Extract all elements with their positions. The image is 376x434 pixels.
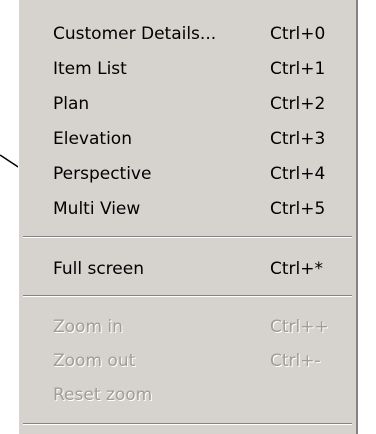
menu-item-label: Perspective [53,164,152,184]
screenshot-stage: Customer Details... Ctrl+0 Item List Ctr… [0,0,376,434]
view-menu: Customer Details... Ctrl+0 Item List Ctr… [18,0,358,434]
menu-item-shortcut: Ctrl+2 [270,94,326,114]
menu-item-multi-view[interactable]: Multi View Ctrl+5 [19,191,356,227]
menu-item-label: Customer Details... [53,24,217,44]
menu-item-label: Zoom in [53,317,123,337]
menu-item-label: Item List [53,59,127,79]
menu-item-label: Full screen [53,259,144,279]
menu-item-perspective[interactable]: Perspective Ctrl+4 [19,156,356,192]
menu-separator [23,423,352,425]
menu-item-shortcut: Ctrl+- [270,351,321,371]
menu-item-shortcut: Ctrl+1 [270,59,326,79]
menu-item-shortcut: Ctrl+4 [270,164,326,184]
menu-item-shortcut: Ctrl+5 [270,199,326,219]
menu-item-item-list[interactable]: Item List Ctrl+1 [19,51,356,87]
menu-separator [23,295,352,297]
menu-separator [23,236,352,238]
menu-item-zoom-in: Zoom in Ctrl++ [19,309,356,345]
menu-item-zoom-out: Zoom out Ctrl+- [19,343,356,379]
menu-item-shortcut: Ctrl+3 [270,129,326,149]
menu-item-reset-zoom: Reset zoom [19,377,356,413]
menu-item-customer-details[interactable]: Customer Details... Ctrl+0 [19,16,356,52]
menu-item-elevation[interactable]: Elevation Ctrl+3 [19,121,356,157]
menu-item-label: Plan [53,94,90,114]
menu-item-label: Elevation [53,129,132,149]
menu-item-shortcut: Ctrl+0 [270,24,326,44]
menu-item-label: Reset zoom [53,385,153,405]
menu-item-plan[interactable]: Plan Ctrl+2 [19,86,356,122]
menu-item-full-screen[interactable]: Full screen Ctrl+* [19,251,356,287]
menu-item-label: Multi View [53,199,141,219]
menu-item-shortcut: Ctrl+* [270,259,323,279]
menu-item-shortcut: Ctrl++ [270,317,329,337]
menu-item-label: Zoom out [53,351,136,371]
